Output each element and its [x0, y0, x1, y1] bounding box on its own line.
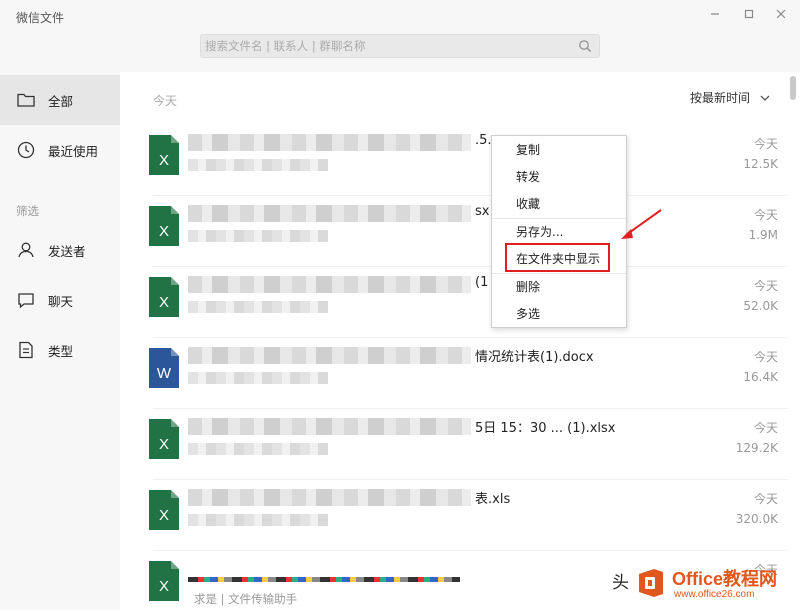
file-size: 129.2K — [735, 441, 778, 455]
sidebar-item-label: 类型 — [48, 344, 74, 359]
sidebar-item-label: 最近使用 — [48, 144, 99, 159]
folder-icon — [17, 93, 35, 107]
svg-text:X: X — [159, 507, 169, 524]
watermark-text: 头 — [612, 573, 630, 593]
scrollbar[interactable] — [790, 76, 796, 100]
file-size: 16.4K — [743, 370, 778, 384]
watermark-url: www.office26.com — [674, 589, 755, 600]
blurred-filename — [188, 134, 471, 151]
file-date: 今天 — [753, 137, 778, 151]
sidebar-item-all[interactable]: 全部 — [0, 75, 120, 125]
blurred-sender — [188, 301, 328, 313]
maximize-icon[interactable] — [740, 5, 758, 23]
file-name: 5日 15：30 ... (1).xlsx — [475, 421, 616, 436]
menu-item-forward[interactable]: 转发 — [492, 164, 626, 191]
search-input[interactable] — [205, 37, 565, 55]
search-box[interactable] — [200, 34, 600, 58]
sidebar-item-type[interactable]: 类型 — [0, 325, 120, 375]
excel-file-icon: X — [149, 135, 179, 175]
blurred-sender — [188, 514, 328, 526]
person-icon — [18, 242, 34, 258]
file-size: 12.5K — [743, 157, 778, 171]
file-date: 今天 — [753, 492, 778, 506]
word-file-icon: W — [149, 348, 179, 388]
file-name: 情况统计表(1).docx — [475, 350, 594, 365]
sidebar-item-label: 全部 — [48, 94, 74, 109]
context-menu: 复制 转发 收藏 另存为... 在文件夹中显示 删除 多选 — [491, 135, 627, 328]
highlight-box — [505, 243, 610, 272]
file-name: .5. — [475, 133, 492, 148]
file-row[interactable]: X 5日 15：30 ... (1).xlsx 今天 129.2K — [120, 409, 788, 480]
blurred-sender — [188, 230, 328, 242]
file-sender: 求是 | 文件传输助手 — [194, 592, 298, 606]
sort-label: 按最新时间 — [690, 91, 751, 105]
file-size: 52.0K — [743, 299, 778, 313]
menu-item-save-as[interactable]: 另存为... — [492, 219, 626, 246]
sidebar: 全部 最近使用 筛选 发送者 聊天 类型 — [0, 72, 120, 610]
svg-text:X: X — [159, 578, 169, 595]
excel-file-icon: X — [149, 490, 179, 530]
blurred-sender — [188, 372, 328, 384]
blurred-filename — [188, 489, 471, 506]
menu-item-multi-select[interactable]: 多选 — [492, 301, 626, 328]
group-label: 今天 — [153, 94, 178, 108]
close-icon[interactable] — [772, 5, 790, 23]
sidebar-item-chat[interactable]: 聊天 — [0, 275, 120, 325]
file-name: sx — [475, 204, 490, 219]
file-date: 今天 — [753, 350, 778, 364]
svg-text:X: X — [159, 294, 169, 311]
filter-section-title: 筛选 — [16, 204, 39, 218]
blurred-sender — [188, 159, 328, 171]
menu-item-copy[interactable]: 复制 — [492, 137, 626, 164]
excel-file-icon: X — [149, 206, 179, 246]
file-size: 1.9M — [748, 228, 778, 242]
blurred-filename — [188, 418, 471, 435]
office-logo-icon — [639, 569, 663, 597]
file-row[interactable]: X (1 今天 52.0K — [120, 267, 788, 338]
sidebar-item-recent[interactable]: 最近使用 — [0, 125, 120, 175]
file-date: 今天 — [753, 208, 778, 222]
file-list: 今天 按最新时间 X .5. 今天 12.5K Xsx 今天 1.9M X (1 今天 52.0K W… — [120, 72, 800, 610]
watermark: 头 Office教程网 www.office26.com — [612, 563, 800, 610]
excel-file-icon: X — [149, 419, 179, 459]
blurred-filename — [188, 347, 471, 364]
excel-file-icon: X — [149, 561, 179, 601]
svg-text:X: X — [159, 436, 169, 453]
blurred-filename — [188, 205, 471, 222]
blurred-filename — [188, 577, 460, 582]
chat-icon — [18, 293, 34, 309]
chevron-down-icon — [760, 95, 770, 101]
sort-dropdown[interactable]: 按最新时间 — [690, 89, 770, 106]
blurred-sender — [188, 443, 328, 455]
file-date: 今天 — [753, 421, 778, 435]
file-row[interactable]: W 情况统计表(1).docx 今天 16.4K — [120, 338, 788, 409]
excel-file-icon: X — [149, 277, 179, 317]
svg-text:X: X — [159, 152, 169, 169]
minimize-icon[interactable] — [706, 5, 724, 23]
file-name: 表.xls — [475, 492, 511, 507]
blurred-filename — [188, 276, 471, 293]
title-bar: 微信文件 — [0, 0, 800, 72]
watermark-brand: Office教程网 — [672, 569, 778, 589]
file-name: (1 — [475, 275, 489, 290]
menu-item-delete[interactable]: 删除 — [492, 274, 626, 301]
app-title: 微信文件 — [16, 11, 65, 25]
menu-item-favorite[interactable]: 收藏 — [492, 191, 626, 218]
sidebar-item-label: 发送者 — [48, 244, 86, 259]
clock-icon — [17, 141, 35, 159]
annotation-arrow — [621, 209, 662, 239]
sidebar-item-label: 聊天 — [48, 294, 74, 309]
document-icon — [19, 341, 33, 359]
svg-text:X: X — [159, 223, 169, 240]
file-row[interactable]: X 表.xls 今天 320.0K — [120, 480, 788, 551]
search-icon[interactable] — [578, 39, 592, 53]
file-date: 今天 — [753, 279, 778, 293]
file-row[interactable]: Xsx 今天 1.9M — [120, 196, 788, 267]
svg-text:W: W — [157, 365, 172, 382]
sidebar-item-sender[interactable]: 发送者 — [0, 225, 120, 275]
file-size: 320.0K — [735, 512, 778, 526]
file-row[interactable]: X .5. 今天 12.5K — [120, 125, 788, 196]
